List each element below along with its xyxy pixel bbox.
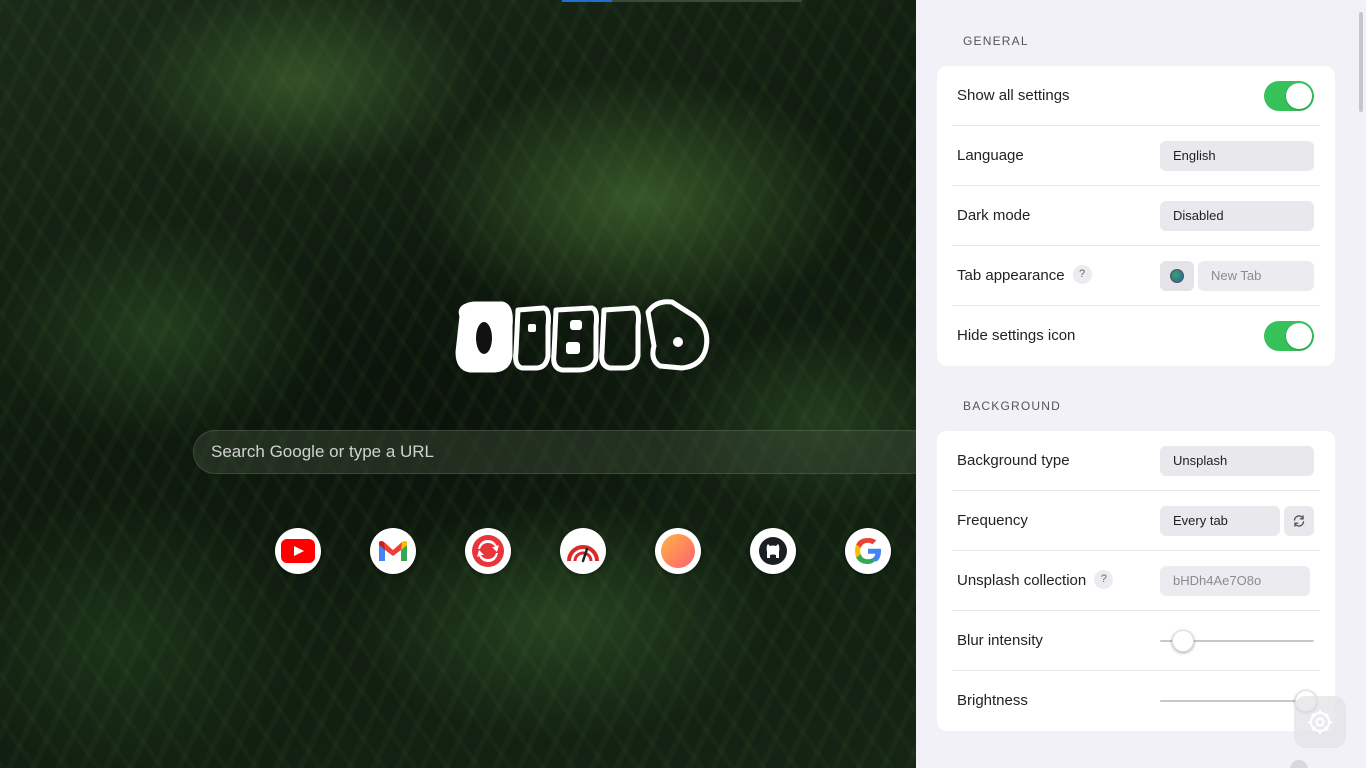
dark-mode-row: Dark mode Disabled — [952, 186, 1320, 246]
unsplash-collection-row: Unsplash collection? bHDh4Ae7O8o — [952, 551, 1320, 611]
brightness-row: Brightness — [952, 671, 1320, 731]
blur-intensity-label: Blur intensity — [957, 632, 1043, 649]
background-card: Background type Unsplash Frequency Every… — [937, 431, 1335, 731]
brightness-label: Brightness — [957, 692, 1028, 709]
refresh-background-button[interactable] — [1284, 506, 1314, 536]
show-all-settings-toggle[interactable] — [1264, 81, 1314, 111]
unsplash-collection-label: Unsplash collection? — [957, 551, 1114, 611]
background-type-select[interactable]: Unsplash — [1160, 446, 1314, 476]
hide-settings-icon-row: Hide settings icon — [952, 306, 1320, 366]
github-shortcut[interactable] — [750, 528, 796, 574]
new-tab-page: Search Google or type a URL — [0, 0, 916, 768]
frequency-select[interactable]: Every tab — [1160, 506, 1280, 536]
dark-mode-select[interactable]: Disabled — [1160, 201, 1314, 231]
hide-settings-icon-toggle[interactable] — [1264, 321, 1314, 351]
loading-bar — [562, 0, 802, 2]
gradient-shortcut[interactable] — [655, 528, 701, 574]
bonjourr-logo — [455, 299, 710, 373]
dark-mode-label: Dark mode — [957, 207, 1031, 224]
sync-icon — [472, 535, 504, 567]
google-icon — [855, 538, 881, 564]
youtube-icon — [281, 539, 315, 563]
help-icon[interactable]: ? — [1072, 264, 1092, 284]
unsplash-collection-input[interactable]: bHDh4Ae7O8o — [1160, 566, 1310, 596]
show-all-settings-row: Show all settings — [952, 66, 1320, 126]
gradient-circle-icon — [661, 534, 695, 568]
gear-icon — [1308, 710, 1332, 734]
language-label: Language — [957, 147, 1024, 164]
sync-shortcut[interactable] — [465, 528, 511, 574]
globe-icon — [1170, 269, 1184, 283]
background-section-title: BACKGROUND — [963, 399, 1062, 413]
help-icon[interactable]: ? — [1094, 569, 1114, 589]
language-select[interactable]: English — [1160, 141, 1314, 171]
shortcuts-bar — [0, 528, 916, 576]
refresh-icon — [1293, 515, 1305, 527]
brightness-slider[interactable] — [1160, 690, 1318, 712]
background-type-row: Background type Unsplash — [952, 431, 1320, 491]
slider-handle[interactable] — [1172, 630, 1195, 652]
speedometer-icon — [567, 545, 599, 563]
gmail-icon — [379, 541, 407, 561]
settings-button[interactable] — [1294, 696, 1346, 748]
search-input[interactable]: Search Google or type a URL — [193, 430, 916, 474]
frequency-row: Frequency Every tab — [952, 491, 1320, 551]
show-all-settings-label: Show all settings — [957, 87, 1070, 104]
general-card: Show all settings Language English Dark … — [937, 66, 1335, 366]
google-shortcut[interactable] — [845, 528, 891, 574]
tab-appearance-row: Tab appearance? New Tab — [952, 246, 1320, 306]
favicon-color-button[interactable] — [1160, 261, 1194, 291]
partial-control — [1290, 760, 1308, 768]
language-row: Language English — [952, 126, 1320, 186]
youtube-shortcut[interactable] — [275, 528, 321, 574]
blur-intensity-row: Blur intensity — [952, 611, 1320, 671]
general-section-title: GENERAL — [963, 34, 1029, 48]
speedtest-shortcut[interactable] — [560, 528, 606, 574]
frequency-label: Frequency — [957, 512, 1028, 529]
background-type-label: Background type — [957, 452, 1070, 469]
github-icon — [759, 537, 787, 565]
blur-intensity-slider[interactable] — [1160, 630, 1314, 652]
hide-settings-icon-label: Hide settings icon — [957, 327, 1076, 344]
gmail-shortcut[interactable] — [370, 528, 416, 574]
scrollbar[interactable] — [1356, 0, 1366, 768]
tab-title-input[interactable]: New Tab — [1198, 261, 1314, 291]
tab-appearance-label: Tab appearance? — [957, 246, 1092, 306]
settings-panel: GENERAL Show all settings Language Engli… — [916, 0, 1366, 768]
